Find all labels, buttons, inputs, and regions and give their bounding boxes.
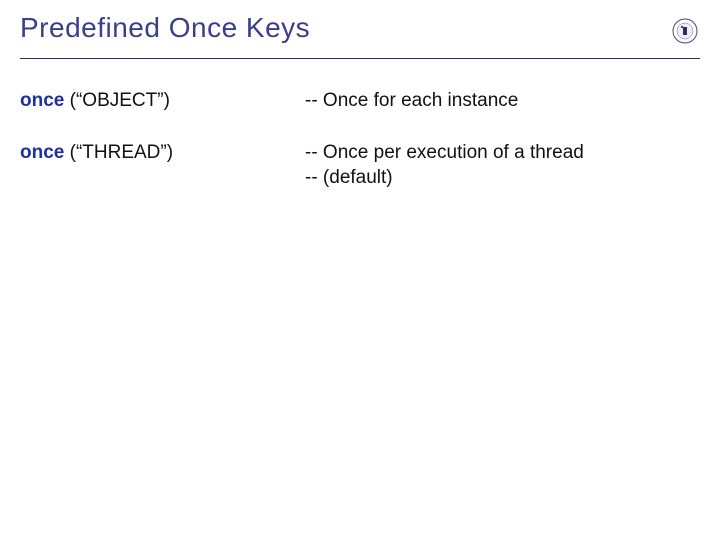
title-area: Predefined Once Keys (20, 12, 660, 44)
arg-object: (“OBJECT”) (64, 90, 170, 111)
once-object-comment: -- Once for each instance (305, 88, 700, 114)
row-thread: once (“THREAD”) -- Once per execution of… (20, 140, 700, 191)
slide: Predefined Once Keys once (“OBJECT”) -- … (0, 0, 720, 540)
eiffel-logo-icon (672, 18, 698, 44)
comment-thread: -- Once per execution of a thread-- (def… (305, 142, 584, 189)
comment-object: -- Once for each instance (305, 90, 518, 111)
once-thread-comment: -- Once per execution of a thread-- (def… (305, 140, 700, 191)
keyword-once: once (20, 90, 64, 111)
title-underline (20, 58, 700, 59)
once-thread-key: once (“THREAD”) (20, 140, 305, 166)
row-object: once (“OBJECT”) -- Once for each instanc… (20, 88, 700, 114)
content-area: once (“OBJECT”) -- Once for each instanc… (20, 88, 700, 217)
arg-thread: (“THREAD”) (64, 142, 173, 163)
slide-title: Predefined Once Keys (20, 12, 660, 44)
once-object-key: once (“OBJECT”) (20, 88, 305, 114)
keyword-once: once (20, 142, 64, 163)
